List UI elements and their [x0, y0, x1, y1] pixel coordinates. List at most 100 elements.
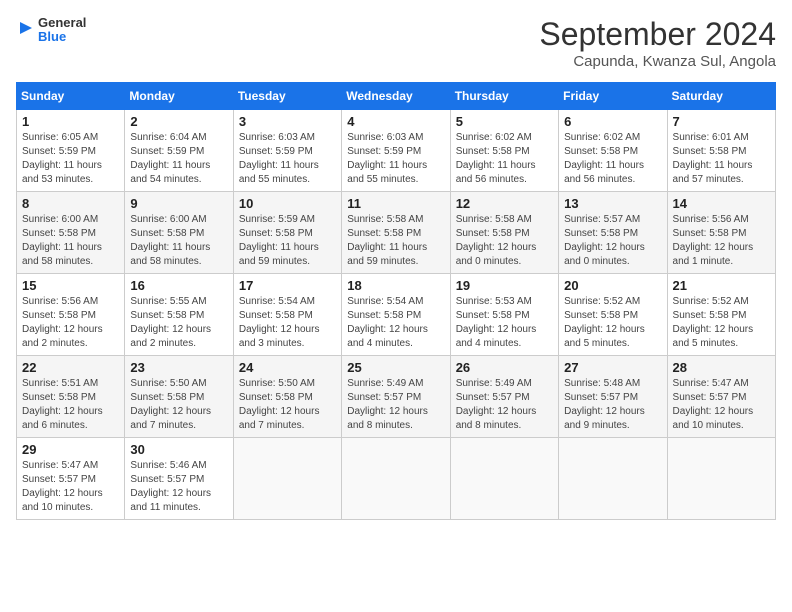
- cell-daylight: Daylight: 12 hours and 8 minutes.: [347, 405, 444, 433]
- cell-sunset: Sunset: 5:58 PM: [564, 309, 661, 323]
- cell-sunrise: Sunrise: 5:46 AM: [130, 459, 227, 473]
- calendar-cell-1-3: 3 Sunrise: 6:03 AM Sunset: 5:59 PM Dayli…: [233, 110, 341, 192]
- calendar-cell-5-2: 30 Sunrise: 5:46 AM Sunset: 5:57 PM Dayl…: [125, 438, 233, 520]
- cell-sunset: Sunset: 5:58 PM: [239, 391, 336, 405]
- calendar-cell-3-4: 18 Sunrise: 5:54 AM Sunset: 5:58 PM Dayl…: [342, 274, 450, 356]
- cell-sunrise: Sunrise: 6:02 AM: [564, 131, 661, 145]
- cell-daylight: Daylight: 11 hours and 57 minutes.: [673, 159, 770, 187]
- col-monday: Monday: [125, 83, 233, 110]
- cell-sunrise: Sunrise: 5:59 AM: [239, 213, 336, 227]
- calendar-week-2: 8 Sunrise: 6:00 AM Sunset: 5:58 PM Dayli…: [17, 192, 776, 274]
- cell-day-number: 5: [456, 114, 553, 129]
- calendar-cell-4-7: 28 Sunrise: 5:47 AM Sunset: 5:57 PM Dayl…: [667, 356, 775, 438]
- calendar-cell-5-7: [667, 438, 775, 520]
- cell-day-number: 14: [673, 196, 770, 211]
- cell-daylight: Daylight: 11 hours and 55 minutes.: [347, 159, 444, 187]
- calendar-cell-2-6: 13 Sunrise: 5:57 AM Sunset: 5:58 PM Dayl…: [559, 192, 667, 274]
- cell-sunset: Sunset: 5:58 PM: [347, 309, 444, 323]
- cell-daylight: Daylight: 12 hours and 0 minutes.: [456, 241, 553, 269]
- cell-day-number: 16: [130, 278, 227, 293]
- cell-daylight: Daylight: 12 hours and 7 minutes.: [130, 405, 227, 433]
- cell-daylight: Daylight: 12 hours and 2 minutes.: [22, 323, 119, 351]
- cell-daylight: Daylight: 12 hours and 11 minutes.: [130, 487, 227, 515]
- calendar-cell-3-3: 17 Sunrise: 5:54 AM Sunset: 5:58 PM Dayl…: [233, 274, 341, 356]
- calendar-cell-3-6: 20 Sunrise: 5:52 AM Sunset: 5:58 PM Dayl…: [559, 274, 667, 356]
- cell-sunrise: Sunrise: 5:54 AM: [239, 295, 336, 309]
- cell-sunset: Sunset: 5:59 PM: [239, 145, 336, 159]
- logo-wrapper: General Blue: [16, 16, 86, 45]
- cell-day-number: 22: [22, 360, 119, 375]
- cell-sunrise: Sunrise: 5:51 AM: [22, 377, 119, 391]
- calendar-cell-5-4: [342, 438, 450, 520]
- calendar-cell-2-4: 11 Sunrise: 5:58 AM Sunset: 5:58 PM Dayl…: [342, 192, 450, 274]
- cell-daylight: Daylight: 11 hours and 54 minutes.: [130, 159, 227, 187]
- cell-day-number: 17: [239, 278, 336, 293]
- cell-daylight: Daylight: 11 hours and 55 minutes.: [239, 159, 336, 187]
- page-subtitle: Capunda, Kwanza Sul, Angola: [539, 53, 776, 70]
- cell-sunset: Sunset: 5:58 PM: [130, 309, 227, 323]
- cell-sunrise: Sunrise: 5:50 AM: [239, 377, 336, 391]
- cell-day-number: 18: [347, 278, 444, 293]
- cell-daylight: Daylight: 12 hours and 10 minutes.: [22, 487, 119, 515]
- cell-sunrise: Sunrise: 5:58 AM: [456, 213, 553, 227]
- cell-sunset: Sunset: 5:57 PM: [456, 391, 553, 405]
- calendar-cell-2-3: 10 Sunrise: 5:59 AM Sunset: 5:58 PM Dayl…: [233, 192, 341, 274]
- cell-day-number: 15: [22, 278, 119, 293]
- cell-sunrise: Sunrise: 6:00 AM: [130, 213, 227, 227]
- calendar-cell-3-5: 19 Sunrise: 5:53 AM Sunset: 5:58 PM Dayl…: [450, 274, 558, 356]
- cell-sunrise: Sunrise: 5:47 AM: [673, 377, 770, 391]
- cell-day-number: 25: [347, 360, 444, 375]
- calendar-cell-5-1: 29 Sunrise: 5:47 AM Sunset: 5:57 PM Dayl…: [17, 438, 125, 520]
- cell-daylight: Daylight: 12 hours and 10 minutes.: [673, 405, 770, 433]
- cell-sunset: Sunset: 5:59 PM: [22, 145, 119, 159]
- cell-sunset: Sunset: 5:58 PM: [130, 227, 227, 241]
- cell-sunset: Sunset: 5:58 PM: [22, 227, 119, 241]
- cell-sunrise: Sunrise: 5:56 AM: [673, 213, 770, 227]
- cell-day-number: 26: [456, 360, 553, 375]
- calendar-cell-5-5: [450, 438, 558, 520]
- logo-flag-icon: [16, 20, 36, 40]
- page-header: General Blue September 2024 Capunda, Kwa…: [16, 16, 776, 70]
- cell-day-number: 3: [239, 114, 336, 129]
- cell-sunrise: Sunrise: 6:00 AM: [22, 213, 119, 227]
- cell-sunrise: Sunrise: 5:52 AM: [673, 295, 770, 309]
- cell-sunset: Sunset: 5:58 PM: [456, 227, 553, 241]
- cell-daylight: Daylight: 11 hours and 53 minutes.: [22, 159, 119, 187]
- cell-day-number: 27: [564, 360, 661, 375]
- cell-day-number: 9: [130, 196, 227, 211]
- cell-daylight: Daylight: 12 hours and 2 minutes.: [130, 323, 227, 351]
- calendar-cell-1-7: 7 Sunrise: 6:01 AM Sunset: 5:58 PM Dayli…: [667, 110, 775, 192]
- cell-sunrise: Sunrise: 6:05 AM: [22, 131, 119, 145]
- calendar-cell-5-6: [559, 438, 667, 520]
- cell-day-number: 23: [130, 360, 227, 375]
- cell-daylight: Daylight: 12 hours and 8 minutes.: [456, 405, 553, 433]
- cell-sunset: Sunset: 5:58 PM: [347, 227, 444, 241]
- calendar-week-4: 22 Sunrise: 5:51 AM Sunset: 5:58 PM Dayl…: [17, 356, 776, 438]
- cell-daylight: Daylight: 12 hours and 0 minutes.: [564, 241, 661, 269]
- cell-day-number: 29: [22, 442, 119, 457]
- cell-sunrise: Sunrise: 6:01 AM: [673, 131, 770, 145]
- cell-day-number: 7: [673, 114, 770, 129]
- cell-day-number: 10: [239, 196, 336, 211]
- cell-daylight: Daylight: 11 hours and 58 minutes.: [22, 241, 119, 269]
- cell-day-number: 8: [22, 196, 119, 211]
- cell-sunset: Sunset: 5:57 PM: [564, 391, 661, 405]
- calendar-cell-1-1: 1 Sunrise: 6:05 AM Sunset: 5:59 PM Dayli…: [17, 110, 125, 192]
- calendar-table: Sunday Monday Tuesday Wednesday Thursday…: [16, 82, 776, 520]
- calendar-cell-2-1: 8 Sunrise: 6:00 AM Sunset: 5:58 PM Dayli…: [17, 192, 125, 274]
- cell-day-number: 1: [22, 114, 119, 129]
- calendar-week-1: 1 Sunrise: 6:05 AM Sunset: 5:59 PM Dayli…: [17, 110, 776, 192]
- calendar-cell-1-2: 2 Sunrise: 6:04 AM Sunset: 5:59 PM Dayli…: [125, 110, 233, 192]
- cell-day-number: 6: [564, 114, 661, 129]
- calendar-cell-4-3: 24 Sunrise: 5:50 AM Sunset: 5:58 PM Dayl…: [233, 356, 341, 438]
- cell-daylight: Daylight: 12 hours and 3 minutes.: [239, 323, 336, 351]
- logo: General Blue: [16, 16, 86, 45]
- cell-sunrise: Sunrise: 5:49 AM: [456, 377, 553, 391]
- cell-sunset: Sunset: 5:58 PM: [130, 391, 227, 405]
- cell-sunrise: Sunrise: 5:56 AM: [22, 295, 119, 309]
- cell-sunset: Sunset: 5:58 PM: [673, 227, 770, 241]
- calendar-cell-5-3: [233, 438, 341, 520]
- cell-day-number: 20: [564, 278, 661, 293]
- calendar-cell-2-5: 12 Sunrise: 5:58 AM Sunset: 5:58 PM Dayl…: [450, 192, 558, 274]
- calendar-cell-1-6: 6 Sunrise: 6:02 AM Sunset: 5:58 PM Dayli…: [559, 110, 667, 192]
